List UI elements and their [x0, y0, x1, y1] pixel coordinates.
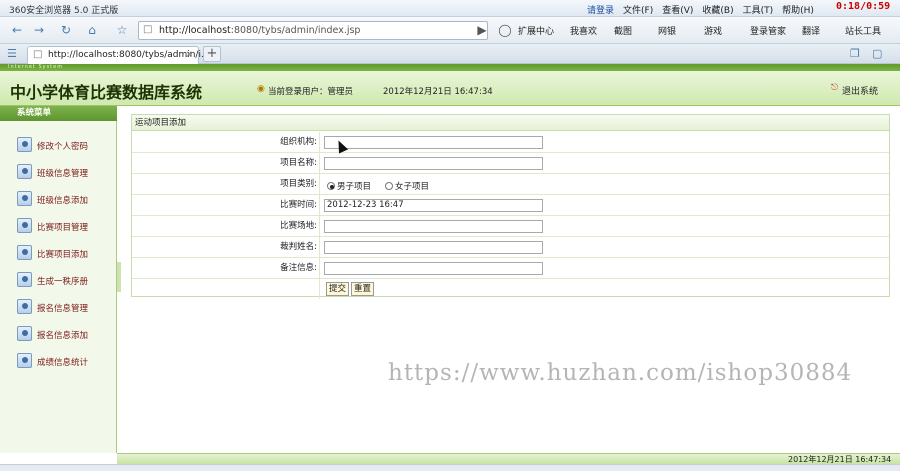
sidebar-toggle-icon[interactable]: ☰ [7, 47, 17, 60]
address-text: http://localhost:8080/tybs/admin/index.j… [159, 25, 361, 36]
radio-female-dot[interactable] [385, 182, 393, 190]
logout-link[interactable]: 退出系统 [842, 84, 878, 97]
venue-input[interactable] [324, 220, 543, 233]
user-card-icon [17, 164, 32, 179]
browser-title: 360安全浏览器 5.0 正式版 [9, 6, 119, 16]
browser-status-bar [0, 464, 900, 471]
sidebar-item-change-password[interactable]: 修改个人密码 [0, 134, 117, 158]
app-footer: 2012年12月21日 16:47:34 [117, 453, 900, 464]
user-card-icon [17, 299, 32, 314]
browser-nav-bar: ← → ↻ ⌂ ☆ □ http://localhost:8080/tybs/a… [0, 17, 900, 44]
browser-tab-bar: ☰ □ http://localhost:8080/tybs/admin/i..… [0, 44, 900, 64]
trash-icon[interactable]: ▢ [872, 47, 882, 60]
menu-help[interactable]: 帮助(H) [782, 3, 814, 16]
sidebar-item-event-add[interactable]: 比赛项目添加 [0, 242, 117, 266]
header-strip: Internet System [0, 64, 900, 71]
menu-tools[interactable]: 工具(T) [743, 3, 774, 16]
refresh-icon[interactable]: ↻ [57, 21, 75, 39]
menu-view[interactable]: 查看(V) [662, 3, 693, 16]
radio-male-dot[interactable] [327, 182, 335, 190]
browser-menu-bar: 请登录 文件(F) 查看(V) 收藏(B) 工具(T) 帮助(H) [587, 3, 814, 16]
toolbar-bank[interactable]: 网银 [658, 24, 676, 37]
home-icon[interactable]: ⌂ [83, 21, 101, 39]
submit-button[interactable]: 提交 [326, 282, 350, 296]
sidebar-title: 系统菜单 [0, 106, 117, 121]
forward-icon[interactable]: → [30, 21, 48, 39]
form-row-judge: 裁判姓名: [132, 237, 889, 258]
user-card-icon [17, 272, 32, 287]
form-row-time: 比赛时间: 2012-12-23 16:47 [132, 195, 889, 216]
form-row-remark: 备注信息: [132, 258, 889, 279]
logout-icon[interactable]: ⎋ [831, 83, 838, 93]
header-datetime: 2012年12月21日 16:47:34 [383, 87, 493, 97]
restore-icon[interactable]: ❐ [850, 47, 860, 60]
sidebar-item-signup-add[interactable]: 报名信息添加 [0, 323, 117, 347]
user-icon: ◉ [257, 84, 265, 94]
org-label: 组织机构: [132, 132, 320, 152]
user-card-icon [17, 326, 32, 341]
toolbar-extensions[interactable]: 扩展中心 [518, 24, 554, 37]
user-card-icon [17, 353, 32, 368]
venue-label: 比赛场地: [132, 216, 320, 236]
app-header: Internet System 中小学体育比赛数据库系统 ◉ 当前登录用户：管理… [0, 64, 900, 106]
form-row-org: 组织机构: [132, 132, 889, 153]
time-input[interactable]: 2012-12-23 16:47 [324, 199, 543, 212]
sidebar-item-class-manage[interactable]: 班级信息管理 [0, 161, 117, 185]
remark-label: 备注信息: [132, 258, 320, 278]
tab-close-icon[interactable]: x [186, 49, 192, 60]
watermark-text: https://www.huzhan.com/ishop30884 [388, 360, 853, 386]
sidebar-item-signup-manage[interactable]: 报名信息管理 [0, 296, 117, 320]
name-label: 项目名称: [132, 153, 320, 173]
remark-input[interactable] [324, 262, 543, 275]
page-icon: □ [143, 24, 153, 35]
sidebar-item-order-book[interactable]: 生成一秩序册 [0, 269, 117, 293]
form-row-name: 项目名称: [132, 153, 889, 174]
form-title: 运动项目添加 [132, 115, 889, 131]
sidebar-item-event-manage[interactable]: 比赛项目管理 [0, 215, 117, 239]
judge-input[interactable] [324, 241, 543, 254]
menu-favorites[interactable]: 收藏(B) [702, 3, 733, 16]
reset-button[interactable]: 重置 [351, 282, 375, 296]
judge-label: 裁判姓名: [132, 237, 320, 257]
time-label: 比赛时间: [132, 195, 320, 215]
clock-display: 0:18/0:59 [836, 1, 891, 12]
actions-label-cell [132, 279, 320, 299]
user-card-icon [17, 245, 32, 260]
back-icon[interactable]: ← [8, 21, 26, 39]
name-input[interactable] [324, 157, 543, 170]
toolbar-games[interactable]: 游戏 [704, 24, 722, 37]
login-link[interactable]: 请登录 [587, 3, 614, 16]
shield-icon[interactable]: ◯ [496, 21, 514, 39]
browser-title-bar: 360安全浏览器 5.0 正式版 请登录 文件(F) 查看(V) 收藏(B) 工… [0, 0, 900, 17]
user-card-icon [17, 137, 32, 152]
address-bar[interactable]: □ http://localhost:8080/tybs/admin/index… [138, 21, 488, 40]
tab-page-icon: □ [33, 49, 43, 60]
toolbar-screenshot[interactable]: 截图 [614, 24, 632, 37]
sidebar-item-class-add[interactable]: 班级信息添加 [0, 188, 117, 212]
radio-female[interactable]: 女子项目 [385, 180, 429, 192]
form-row-actions: 提交 重置 [132, 279, 889, 300]
sidebar-item-score-stats[interactable]: 成绩信息统计 [0, 350, 117, 374]
user-card-icon [17, 218, 32, 233]
system-title: 中小学体育比赛数据库系统 [10, 83, 203, 102]
menu-file[interactable]: 文件(F) [623, 3, 653, 16]
toolbar-login-manager[interactable]: 登录管家 [750, 24, 786, 37]
current-user: 当前登录用户：管理员 [268, 87, 354, 97]
category-label: 项目类别: [132, 174, 320, 194]
new-tab-button[interactable]: + [203, 46, 221, 62]
browser-tab[interactable]: □ http://localhost:8080/tybs/admin/i... … [27, 46, 210, 64]
toolbar-webmaster[interactable]: 站长工具 [845, 24, 881, 37]
sidebar: 系统菜单 修改个人密码 班级信息管理 班级信息添加 比赛项目管理 比赛项目添加 … [0, 106, 117, 453]
form-row-venue: 比赛场地: [132, 216, 889, 237]
toolbar-like[interactable]: 我喜欢 [570, 24, 597, 37]
go-icon[interactable]: ▶ [473, 21, 491, 39]
org-input[interactable] [324, 136, 543, 149]
user-card-icon [17, 191, 32, 206]
radio-male[interactable]: 男子项目 [327, 180, 371, 192]
star-icon[interactable]: ☆ [113, 21, 131, 39]
toolbar-translate[interactable]: 翻译 [802, 24, 820, 37]
event-add-form: 运动项目添加 组织机构: 项目名称: 项目类别: 男子项目 女子项目 比赛时间:… [131, 114, 890, 300]
form-row-category: 项目类别: 男子项目 女子项目 [132, 174, 889, 195]
